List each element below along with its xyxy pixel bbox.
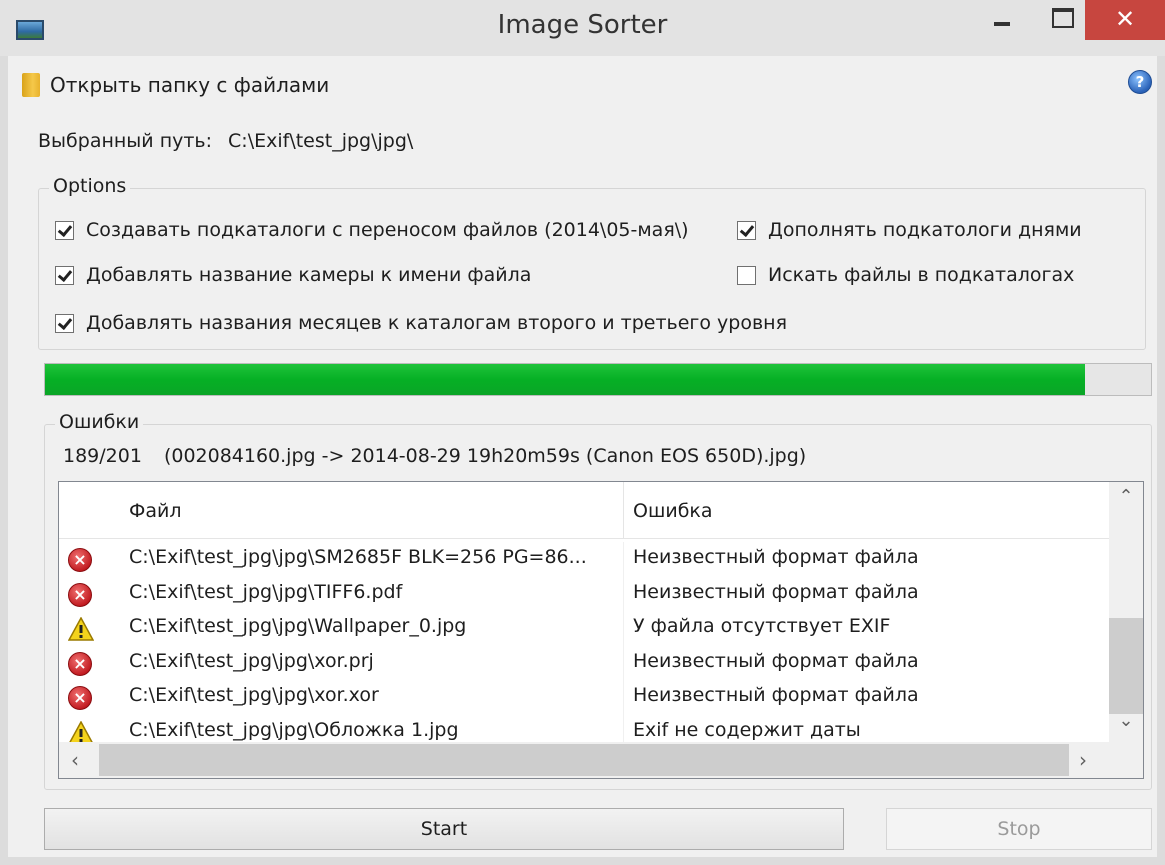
error-icon: × [68,548,92,572]
options-group: Options Создавать подкаталоги с переносо… [38,175,1146,350]
maximize-button[interactable] [1032,0,1092,40]
table-row[interactable]: × C:\Exif\test_jpg\jpg\TIFF6.pdf Неизвестн… [59,576,1109,611]
scroll-right-icon[interactable]: › [1079,748,1087,772]
current-file: (002084160.jpg -> 2014-08-29 19h20m59s (… [163,445,807,467]
stop-button[interactable]: Stop [886,808,1152,850]
error-icon: × [68,686,92,710]
row-file: C:\Exif\test_jpg\jpg\xor.xor [129,684,379,706]
add-camera-checkbox[interactable]: Добавлять название камеры к имени файла [55,264,531,286]
title-bar: Image Sorter ✕ [0,0,1165,56]
errors-title: Ошибки [55,411,144,433]
row-file: C:\Exif\test_jpg\jpg\SM2685F BLK=256 PG=… [129,546,587,568]
add-days-box[interactable] [737,220,756,240]
add-month-names-box[interactable] [55,313,74,333]
start-button[interactable]: Start [44,808,844,850]
row-error: Неизвестный формат файла [633,684,919,706]
row-file: C:\Exif\test_jpg\jpg\TIFF6.pdf [129,580,403,603]
row-error: У файла отсутствует EXIF [633,615,891,637]
error-icon: × [68,651,92,676]
scroll-left-icon[interactable]: ‹ [71,748,79,772]
table-row[interactable]: × C:\Exif\test_jpg\jpg\xor.xor Неизвестный… [59,680,1109,715]
create-subfolders-label: Создавать подкаталоги с переносом файлов… [86,219,689,241]
errors-group: Ошибки 189/201 (002084160.jpg -> 2014-08… [44,411,1152,790]
row-error: Неизвестный формат файла [633,649,919,672]
create-subfolders-checkbox[interactable]: Создавать подкаталоги с переносом файлов… [55,219,689,241]
scroll-down-icon[interactable]: ⌄ [1109,710,1143,744]
table-row[interactable]: C:\Exif\test_jpg\jpg\Wallpaper_0.jpg У фа… [59,611,1109,646]
options-title: Options [49,175,131,197]
minimize-button[interactable] [972,0,1032,40]
row-separator [623,611,624,646]
search-subfolders-label: Искать файлы в подкаталогах [768,264,1075,286]
search-subfolders-box[interactable] [737,265,756,285]
add-days-checkbox[interactable]: Дополнять подкатологи днями [737,219,1082,241]
row-file: C:\Exif\test_jpg\jpg\Wallpaper_0.jpg [129,615,467,637]
add-month-names-label: Добавлять названия месяцев к каталогам в… [86,312,788,334]
warning-icon [68,720,94,745]
errors-list[interactable]: Файл Ошибка × C:\Exif\test_jpg\jpg\SM2685… [58,481,1144,779]
close-button[interactable]: ✕ [1085,0,1165,40]
row-separator [623,680,624,715]
vertical-scroll-thumb[interactable] [1109,618,1143,714]
selected-path-label: Выбранный путь: [38,130,213,152]
row-separator [623,542,624,577]
progress-fill [45,364,1085,395]
row-error: Неизвестный формат файла [633,546,919,568]
column-separator[interactable] [623,482,624,538]
error-icon: × [68,582,92,607]
warning-icon [68,617,94,641]
row-separator [623,645,624,680]
vertical-scrollbar[interactable]: ⌃ ⌄ [1109,482,1143,742]
row-error: Exif не содержит даты [633,718,861,741]
status-row: 189/201 (002084160.jpg -> 2014-08-29 19h… [63,445,806,467]
list-rows: × C:\Exif\test_jpg\jpg\SM2685F BLK=256 PG… [59,542,1109,749]
help-icon[interactable]: ? [1128,70,1152,94]
table-row[interactable]: × C:\Exif\test_jpg\jpg\SM2685F BLK=256 PG… [59,542,1109,577]
progress-bar [44,363,1152,396]
add-month-names-checkbox[interactable]: Добавлять названия месяцев к каталогам в… [55,312,787,334]
add-camera-label: Добавлять название камеры к имени файла [86,264,532,286]
row-separator [623,576,624,611]
horizontal-scroll-thumb[interactable] [99,744,1069,776]
row-error: Неизвестный формат файла [633,580,919,603]
row-file: C:\Exif\test_jpg\jpg\Обложка 1.jpg [129,718,459,741]
column-file[interactable]: Файл [129,500,182,522]
list-header: Файл Ошибка [59,482,1109,539]
selected-path: Выбранный путь: C:\Exif\test_jpg\jpg\ [38,130,413,152]
create-subfolders-box[interactable] [55,220,74,240]
selected-path-value: C:\Exif\test_jpg\jpg\ [228,130,414,152]
column-error[interactable]: Ошибка [633,500,713,522]
search-subfolders-checkbox[interactable]: Искать файлы в подкаталогах [737,264,1074,286]
table-row[interactable]: × C:\Exif\test_jpg\jpg\xor.prj Неизвестный… [59,645,1109,680]
open-folder-button[interactable]: Открыть папку с файлами [22,68,329,102]
open-folder-label: Открыть папку с файлами [50,73,330,97]
scroll-up-icon[interactable]: ⌃ [1109,486,1143,520]
row-file: C:\Exif\test_jpg\jpg\xor.prj [129,649,374,672]
app-window: Image Sorter ✕ Открыть папку с файлами ?… [0,0,1165,865]
add-camera-box[interactable] [55,265,74,285]
processed-count: 189/201 [63,445,142,467]
horizontal-scrollbar[interactable]: ‹ › [59,742,1143,778]
folder-icon [22,73,40,97]
add-days-label: Дополнять подкатологи днями [768,219,1082,241]
